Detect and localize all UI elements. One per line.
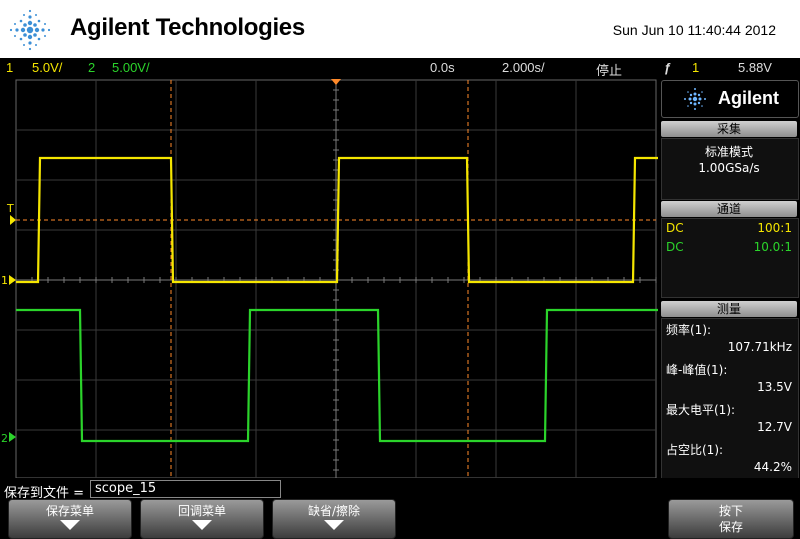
trigger-position-marker — [331, 79, 341, 85]
measure-label-duty-cycle: 占空比(1): — [666, 443, 724, 457]
measure-value-duty-cycle: 44.2% — [753, 460, 792, 474]
ch2-number[interactable]: 2 — [88, 60, 95, 75]
acquire-section: 标准模式 1.00GSa/s — [661, 138, 799, 200]
down-arrow-icon — [192, 520, 212, 530]
channel-title: 通道 — [661, 201, 797, 217]
ch2-scale[interactable]: 5.00V/ — [112, 60, 150, 75]
measure-value-peak-to-peak: 13.5V — [757, 380, 792, 394]
waveform-display: T 1 2 — [1, 79, 658, 478]
ch1-scale[interactable]: 5.0V/ — [32, 60, 62, 75]
measure-title: 测量 — [661, 301, 797, 317]
default-erase-label: 缺省/擦除 — [307, 504, 361, 518]
ch2-probe: 10.0:1 — [753, 240, 792, 254]
press-to-save-softkey[interactable]: 按下 保存 — [668, 499, 794, 539]
ch2-ground-marker: 2 — [1, 432, 8, 445]
ch1-probe: 100:1 — [757, 221, 792, 235]
panel-logo-text: Agilent — [718, 88, 779, 108]
save-filename-field[interactable]: scope_15 — [90, 480, 281, 498]
measure-label-peak-to-peak: 峰-峰值(1): — [666, 363, 728, 377]
ch1-waveform — [16, 156, 658, 284]
recall-menu-softkey[interactable]: 回调菜单 — [140, 499, 264, 539]
ch2-marker-arrow — [9, 432, 16, 442]
trigger-level[interactable]: 5.88V — [738, 60, 772, 75]
trigger-source[interactable]: 1 — [692, 60, 699, 75]
waveform-screen[interactable]: T 1 2 — [0, 78, 658, 478]
acquire-mode: 标准模式 — [704, 145, 753, 159]
default-erase-softkey[interactable]: 缺省/擦除 — [272, 499, 396, 539]
header-bar: Agilent Technologies Sun Jun 10 11:40:44… — [0, 0, 800, 58]
save-menu-softkey[interactable]: 保存菜单 — [8, 499, 132, 539]
ch1-marker-arrow — [9, 275, 16, 285]
info-panel: Agilent 采集 标准模式 1.00GSa/s 通道 DC 100:1 DC… — [659, 80, 800, 480]
ch1-number[interactable]: 1 — [6, 60, 13, 75]
trigger-marker-arrow — [10, 215, 16, 225]
measure-label-max-level: 最大电平(1): — [666, 403, 736, 417]
time-scale[interactable]: 2.000s/ — [502, 60, 545, 75]
channel-section: DC 100:1 DC 10.0:1 — [661, 218, 799, 298]
datetime-label: Sun Jun 10 11:40:44 2012 — [612, 22, 776, 38]
trigger-level-marker: T — [6, 202, 14, 215]
agilent-spark-logo-icon — [9, 9, 51, 51]
press-label: 按下 — [718, 504, 743, 518]
time-delay[interactable]: 0.0s — [430, 60, 455, 75]
measure-value-max-level: 12.7V — [757, 420, 792, 434]
down-arrow-icon — [60, 520, 80, 530]
ch1-ground-marker: 1 — [1, 274, 8, 287]
measure-label-frequency: 频率(1): — [666, 323, 712, 337]
panel-logo: Agilent — [661, 80, 799, 118]
recall-menu-label: 回调菜单 — [177, 504, 226, 518]
acquire-rate: 1.00GSa/s — [698, 161, 760, 175]
acquire-title: 采集 — [661, 121, 797, 137]
rising-edge-icon: ƒ — [664, 60, 672, 75]
measure-section: 频率(1): 107.71kHz 峰-峰值(1): 13.5V 最大电平(1):… — [661, 318, 799, 480]
measure-value-frequency: 107.71kHz — [727, 340, 792, 354]
softkey-bar: 保存到文件 = scope_15 保存菜单 回调菜单 缺省/擦除 按下 保存 — [0, 478, 800, 539]
brand-title: Agilent Technologies — [70, 14, 305, 41]
down-arrow-icon — [324, 520, 344, 530]
save-action-label: 保存 — [718, 520, 743, 534]
agilent-small-logo-icon — [684, 88, 706, 110]
save-menu-label: 保存菜单 — [45, 504, 94, 518]
status-bar: 1 5.0V/ 2 5.00V/ 0.0s 2.000s/ 停止 ƒ 1 5.8… — [0, 58, 800, 78]
run-state[interactable]: 停止 — [596, 60, 622, 79]
